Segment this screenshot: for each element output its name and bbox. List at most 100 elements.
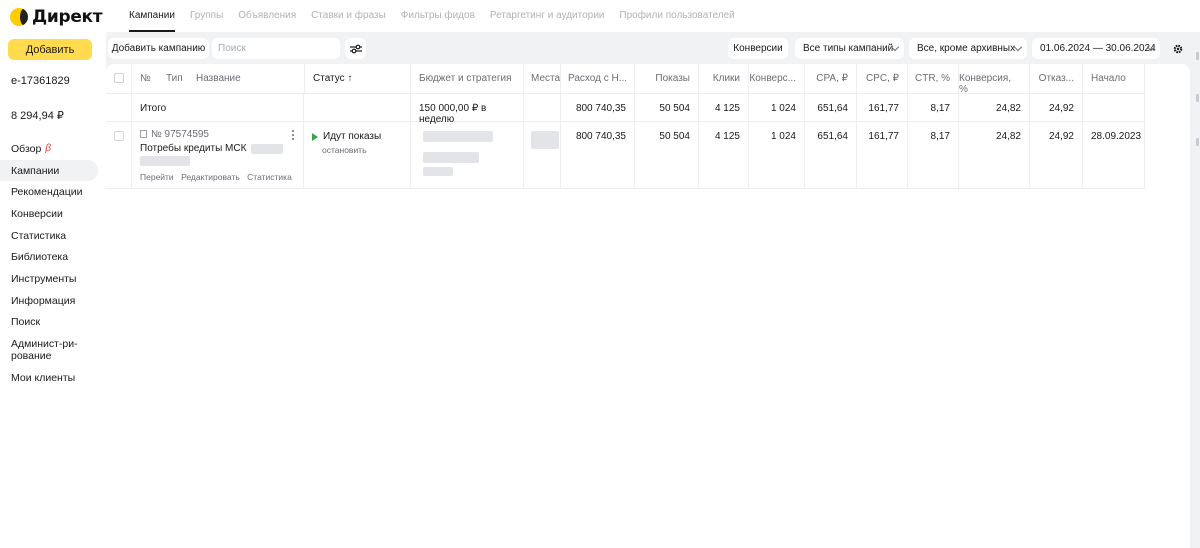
- tab-groups[interactable]: Группы: [190, 0, 223, 32]
- sidebar-item-label: Библиотека: [11, 251, 69, 264]
- places-cell: [524, 122, 561, 188]
- tab-bids-phrases[interactable]: Ставки и фразы: [311, 0, 386, 32]
- row-bounce: 24,92: [1030, 122, 1083, 188]
- header-conversions[interactable]: Конверс...: [749, 64, 805, 93]
- search-input[interactable]: Поиск: [212, 38, 340, 59]
- campaign-type-icon: [140, 130, 147, 138]
- conversions-button[interactable]: Конверсии: [728, 38, 788, 59]
- header-ctr[interactable]: CTR, %: [908, 64, 959, 93]
- header-cpa[interactable]: CPA, ₽: [805, 64, 857, 93]
- tab-user-profiles[interactable]: Профили пользователей: [619, 0, 734, 32]
- header-places[interactable]: Места: [524, 64, 561, 93]
- header-status[interactable]: Статус ↑: [304, 64, 411, 93]
- campaign-name[interactable]: Потребы кредиты МСК: [140, 143, 246, 154]
- tab-ads[interactable]: Объявления: [238, 0, 296, 32]
- account-balance[interactable]: 8 294,94 ₽: [11, 109, 64, 122]
- account-login[interactable]: e-17361829: [11, 75, 70, 87]
- sidebar: Директ Добавить e-17361829 8 294,94 ₽ Об…: [0, 0, 106, 548]
- archive-filter-value: Все, кроме архивных: [917, 43, 1016, 54]
- header-start[interactable]: Начало: [1083, 64, 1145, 93]
- campaign-links: Перейти Редактировать Статистика: [140, 172, 297, 182]
- header-conv-rate[interactable]: Конверсия, %: [959, 64, 1030, 95]
- edit-link[interactable]: Редактировать: [181, 172, 240, 182]
- row-spend: 800 740,35: [561, 122, 635, 188]
- header-budget[interactable]: Бюджет и стратегия: [411, 64, 524, 93]
- go-link[interactable]: Перейти: [140, 172, 174, 182]
- add-campaign-button[interactable]: Добавить кампанию: [108, 38, 209, 59]
- sidebar-item-overview[interactable]: Обзор β: [0, 138, 106, 160]
- right-edge-scroll-marks: [1194, 0, 1200, 548]
- campaign-cell: № 97574595 Потребы кредиты МСК Перейти Р…: [132, 122, 304, 188]
- sidebar-item-label: Рекомендации: [11, 186, 83, 199]
- sidebar-item-label: Инструменты: [11, 272, 77, 285]
- stop-link[interactable]: остановить: [312, 145, 367, 155]
- row-clicks: 4 125: [699, 122, 749, 188]
- campaign-types-select[interactable]: Все типы кампаний: [795, 38, 904, 59]
- sidebar-nav: Обзор β Кампании Рекомендации Конверсии …: [0, 138, 106, 389]
- sidebar-item-administration[interactable]: Админист-ри- рование: [0, 333, 106, 367]
- campaign-name-line: Потребы кредиты МСК: [140, 143, 284, 154]
- settings-button[interactable]: [1166, 38, 1190, 59]
- total-bounce: 24,92: [1030, 94, 1083, 121]
- sidebar-item-conversions[interactable]: Конверсии: [0, 203, 106, 225]
- beta-badge: β: [45, 143, 52, 155]
- row-start: 28.09.2023: [1083, 122, 1145, 188]
- total-impressions: 50 504: [635, 94, 699, 121]
- header-cpc[interactable]: CPC, ₽: [857, 64, 908, 93]
- table-row[interactable]: № 97574595 Потребы кредиты МСК Перейти Р…: [106, 122, 1145, 189]
- redacted-text: [531, 131, 559, 149]
- logo-text: Директ: [32, 7, 103, 27]
- total-select-cell: [106, 94, 132, 121]
- status-cell: Идут показы остановить: [304, 122, 411, 188]
- select-all-cell: [106, 64, 132, 93]
- header-num[interactable]: №: [140, 73, 166, 84]
- header-type[interactable]: Тип: [166, 73, 196, 84]
- sidebar-item-label: Кампании: [11, 164, 60, 177]
- sidebar-item-recommendations[interactable]: Рекомендации: [0, 181, 106, 203]
- tab-feed-filters[interactable]: Фильтры фидов: [401, 0, 475, 32]
- sidebar-item-label: Админист-ри- рование: [11, 338, 78, 363]
- sidebar-item-label: Конверсии: [11, 207, 63, 220]
- sidebar-item-library[interactable]: Библиотека: [0, 246, 106, 268]
- statistics-link[interactable]: Статистика: [247, 172, 292, 182]
- section-tabs: Кампании Группы Объявления Ставки и фраз…: [106, 0, 1200, 32]
- archive-filter-select[interactable]: Все, кроме архивных: [909, 38, 1027, 59]
- total-start: [1083, 94, 1145, 121]
- header-spend[interactable]: Расход с Н...: [561, 64, 635, 93]
- total-cpa: 651,64: [805, 94, 857, 121]
- date-range-select[interactable]: 01.06.2024 — 30.06.2024: [1032, 38, 1160, 59]
- select-all-checkbox[interactable]: [113, 73, 124, 83]
- row-cpa: 651,64: [805, 122, 857, 188]
- redacted-text: [251, 143, 284, 154]
- status-text: Идут показы: [323, 131, 382, 142]
- direct-logo[interactable]: Директ: [10, 6, 103, 28]
- campaign-number[interactable]: № 97574595: [151, 129, 209, 140]
- more-menu-icon[interactable]: [292, 130, 295, 142]
- status-line: Идут показы: [312, 131, 381, 142]
- sidebar-item-tools[interactable]: Инструменты: [0, 268, 106, 290]
- row-checkbox[interactable]: [113, 131, 124, 141]
- row-conversions: 1 024: [749, 122, 805, 188]
- total-conv-rate: 24,82: [959, 94, 1030, 121]
- campaign-types-value: Все типы кампаний: [803, 43, 894, 54]
- sidebar-item-my-clients[interactable]: Мои клиенты: [0, 367, 106, 389]
- logo-icon: [10, 8, 28, 26]
- row-impressions: 50 504: [635, 122, 699, 188]
- tab-retargeting[interactable]: Ретаргетинг и аудитории: [490, 0, 605, 32]
- total-label: Итого: [132, 94, 304, 121]
- sidebar-item-information[interactable]: Информация: [0, 290, 106, 312]
- header-impressions[interactable]: Показы: [635, 64, 699, 93]
- sidebar-item-statistics[interactable]: Статистика: [0, 225, 106, 247]
- sidebar-item-label: Статистика: [11, 229, 67, 242]
- filter-settings-button[interactable]: [345, 38, 366, 59]
- sidebar-item-campaigns[interactable]: Кампании: [0, 159, 98, 182]
- header-bounce[interactable]: Отказ...: [1030, 64, 1083, 93]
- tab-campaigns[interactable]: Кампании: [129, 0, 175, 32]
- sidebar-item-search[interactable]: Поиск: [0, 312, 106, 334]
- row-select-cell: [106, 122, 132, 188]
- total-places: [524, 94, 561, 121]
- total-status: [304, 94, 411, 121]
- header-name[interactable]: Название: [196, 73, 241, 84]
- header-clicks[interactable]: Клики: [699, 64, 749, 93]
- add-button[interactable]: Добавить: [8, 39, 92, 60]
